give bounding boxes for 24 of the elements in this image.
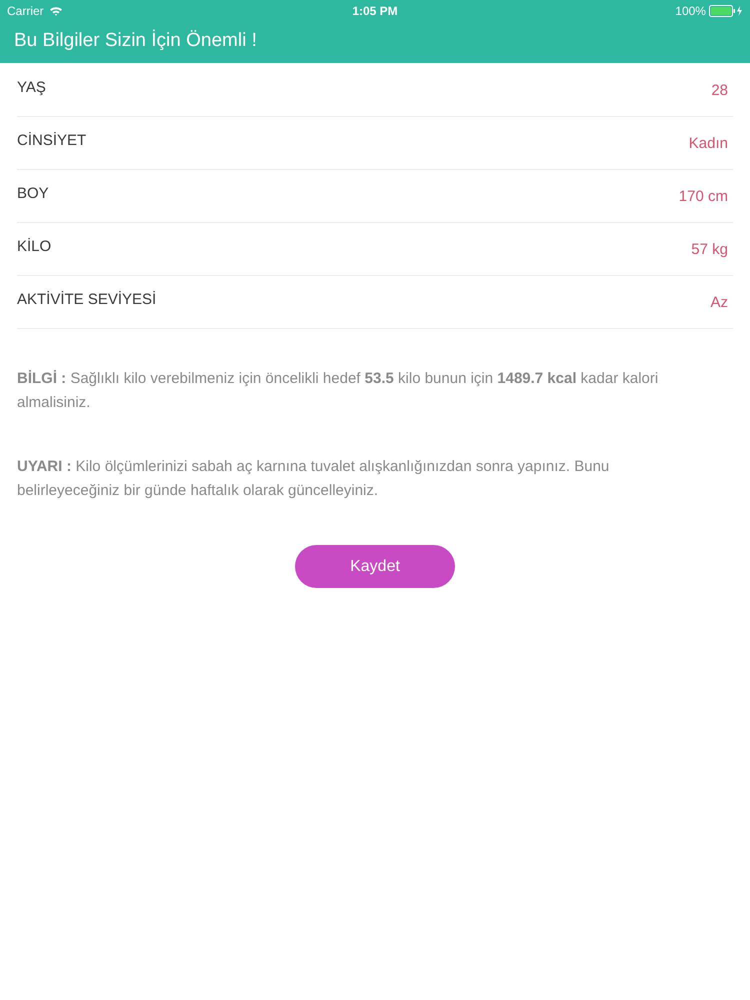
row-value: 57 kg	[691, 240, 728, 260]
row-label: YAŞ	[17, 78, 46, 98]
battery-percent: 100%	[675, 3, 706, 20]
row-label: CİNSİYET	[17, 130, 86, 151]
row-label: KİLO	[17, 236, 52, 257]
settings-row[interactable]: BOY 170 cm	[17, 170, 733, 223]
note-text: BİLGİ : Sağlıklı kilo verebilmeniz için öncelikli hedef 53.5 kilo bunun için 1489.7 kcal kadar kalori almalisiniz.	[17, 369, 660, 413]
carrier-label: Carrier	[7, 3, 44, 20]
settings-row[interactable]: AKTİVİTE SEVİYESİ Az	[17, 276, 733, 329]
row-label: AKTİVİTE SEVİYESİ	[17, 290, 156, 310]
wifi-icon	[48, 6, 63, 16]
note-text: UYARI : Kilo ölçümlerinizi sabah aç karnına tuvalet alışkanlığınızdan sonra yapınız. Bunu belirleyeceğiniz bir günde haftalık olarak güncelleyiniz.	[17, 457, 610, 501]
save-button[interactable]: Kaydet	[295, 545, 455, 588]
row-value: 28	[711, 80, 728, 101]
row-value: Kadın	[688, 134, 728, 154]
status-time: 1:05 PM	[352, 3, 398, 20]
settings-row[interactable]: YAŞ 28	[17, 64, 733, 117]
settings-row[interactable]: KİLO 57 kg	[17, 223, 733, 276]
settings-row[interactable]: CİNSİYET Kadın	[17, 117, 733, 170]
row-label: BOY	[17, 184, 49, 204]
screen-title: Bu Bilgiler Sizin İçin Önemli !	[14, 28, 257, 53]
row-value: Az	[710, 292, 728, 313]
row-value: 170 cm	[678, 186, 728, 207]
battery-icon	[708, 5, 743, 17]
